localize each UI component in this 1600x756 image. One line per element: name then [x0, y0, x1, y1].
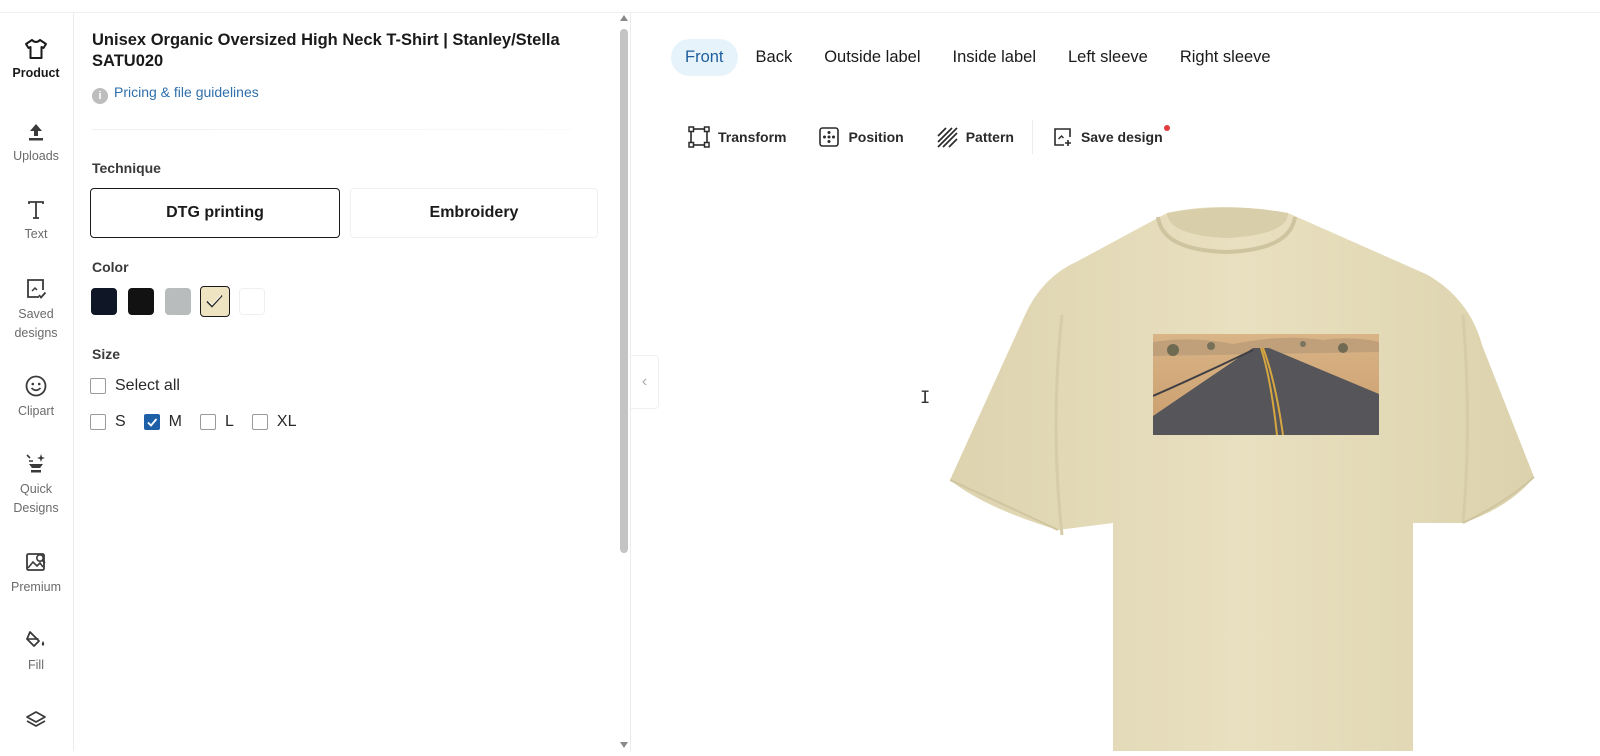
- check-icon: [206, 294, 223, 308]
- smiley-icon: [25, 375, 47, 397]
- rail-item-product[interactable]: Product: [0, 38, 72, 83]
- rail-label-uploads: Uploads: [13, 149, 59, 163]
- rail-item-uploads[interactable]: Uploads: [0, 121, 72, 166]
- pattern-icon: [937, 127, 958, 148]
- pattern-button[interactable]: Pattern: [936, 126, 1014, 148]
- rail-item-saved-designs[interactable]: Saved designs: [0, 277, 72, 343]
- scroll-down-arrow[interactable]: [620, 742, 628, 748]
- upload-icon: [29, 124, 43, 141]
- toolbar-separator: [1031, 120, 1033, 154]
- guidelines-link-label: Pricing & file guidelines: [114, 84, 259, 100]
- rail-item-layers[interactable]: [0, 708, 72, 736]
- tab-back[interactable]: Back: [742, 39, 807, 76]
- product-title: Unisex Organic Oversized High Neck T-Shi…: [92, 31, 560, 70]
- desert-road-artwork: [1153, 334, 1379, 435]
- tshirt-icon: [25, 39, 47, 59]
- size-l-label: L: [225, 413, 234, 430]
- position-label: Position: [848, 129, 904, 145]
- tab-left-sleeve[interactable]: Left sleeve: [1054, 39, 1162, 76]
- layers-icon: [26, 711, 46, 727]
- size-m-checkbox[interactable]: [143, 414, 160, 430]
- color-swatch-white[interactable]: [239, 288, 265, 315]
- select-all-row[interactable]: Select all: [90, 377, 198, 395]
- checkmark-icon: [147, 418, 157, 427]
- tab-outside-label[interactable]: Outside label: [810, 39, 934, 76]
- size-options: S M L XL: [90, 413, 314, 431]
- placement-tabs: Front Back Outside label Inside label Le…: [671, 39, 1289, 76]
- tshirt-mockup[interactable]: [949, 205, 1560, 751]
- rail-item-clipart[interactable]: Clipart: [0, 374, 72, 421]
- size-m-label: M: [168, 413, 182, 430]
- color-swatch-ecru-selected[interactable]: [200, 286, 230, 317]
- rail-label-fill: Fill: [28, 658, 44, 672]
- color-label: Color: [92, 259, 129, 275]
- size-l-checkbox[interactable]: [200, 414, 216, 430]
- pattern-label: Pattern: [965, 129, 1014, 145]
- info-icon: i: [92, 88, 108, 104]
- section-divider: [92, 129, 572, 130]
- size-s-label: S: [115, 413, 126, 430]
- save-design-icon: [1054, 128, 1071, 146]
- design-toolbar: Transform Position Pattern Save design: [688, 120, 1195, 154]
- tab-right-sleeve[interactable]: Right sleeve: [1166, 39, 1285, 76]
- paint-bucket-icon: [26, 631, 45, 647]
- tab-front[interactable]: Front: [671, 39, 738, 76]
- select-all-checkbox[interactable]: [90, 378, 106, 394]
- rail-item-premium[interactable]: Premium: [0, 550, 72, 597]
- size-s-checkbox[interactable]: [90, 414, 106, 430]
- save-design-label: Save design: [1080, 129, 1163, 145]
- panel-scrollbar[interactable]: [618, 13, 630, 751]
- rail-label-premium: Premium: [10, 580, 61, 594]
- save-design-button[interactable]: Save design: [1053, 125, 1170, 147]
- color-swatch-black[interactable]: [128, 288, 154, 315]
- saved-designs-icon: [27, 279, 47, 299]
- position-icon: [819, 127, 840, 147]
- tshirt-image: [949, 207, 1535, 751]
- transform-icon: [688, 126, 710, 148]
- transform-label: Transform: [718, 129, 787, 145]
- color-swatch-navy[interactable]: [91, 288, 117, 315]
- collapse-panel-button[interactable]: ‹: [631, 355, 659, 409]
- print-design-image[interactable]: [1153, 334, 1379, 435]
- size-label: Size: [92, 346, 121, 362]
- size-xl-label: XL: [276, 413, 297, 430]
- technique-embroidery-button[interactable]: Embroidery: [350, 188, 598, 238]
- tool-rail: Product Uploads Text Saved designs Clipa…: [0, 13, 74, 751]
- rail-label-saved-designs: Saved designs: [14, 307, 58, 340]
- rail-label-clipart: Clipart: [17, 404, 55, 418]
- chevron-left-icon: ‹: [641, 373, 648, 390]
- technique-label: Technique: [92, 160, 161, 176]
- premium-image-icon: [26, 553, 46, 571]
- quick-designs-icon: [26, 454, 45, 473]
- select-all-label: Select all: [115, 377, 180, 394]
- color-swatch-grey[interactable]: [165, 288, 191, 315]
- rail-label-text: Text: [24, 227, 48, 241]
- rail-item-quick-designs[interactable]: Quick Designs: [0, 452, 72, 518]
- text-icon: [28, 201, 44, 219]
- scroll-up-arrow[interactable]: [620, 15, 628, 21]
- position-button[interactable]: Position: [818, 126, 904, 148]
- rail-item-text[interactable]: Text: [0, 199, 72, 244]
- tab-inside-label[interactable]: Inside label: [939, 39, 1050, 76]
- text-cursor-icon: I: [920, 388, 931, 408]
- rail-item-fill[interactable]: Fill: [0, 628, 72, 675]
- unsaved-indicator-dot: [1163, 125, 1170, 131]
- scroll-thumb[interactable]: [620, 29, 628, 553]
- size-xl-checkbox[interactable]: [251, 414, 268, 430]
- transform-button[interactable]: Transform: [688, 126, 786, 148]
- technique-dtg-button[interactable]: DTG printing: [90, 188, 340, 238]
- product-panel: Unisex Organic Oversized High Neck T-Shi…: [74, 13, 619, 751]
- rail-label-quick-designs: Quick Designs: [13, 482, 59, 515]
- pricing-guidelines-link[interactable]: i Pricing & file guidelines: [92, 84, 259, 104]
- rail-label-product: Product: [12, 66, 60, 80]
